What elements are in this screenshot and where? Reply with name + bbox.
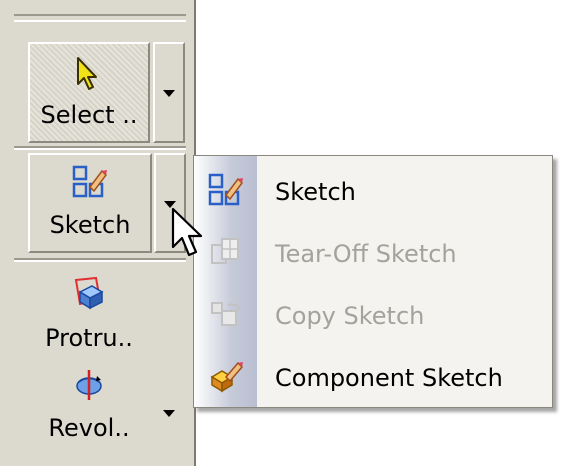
protrude-button[interactable]: Protru.. xyxy=(28,270,150,352)
vertical-toolbar: Select .. Sketch Protru.. Revol.. xyxy=(0,0,196,466)
component-sketch-icon xyxy=(208,359,244,397)
chevron-down-icon xyxy=(163,90,175,97)
sketch-label: Sketch xyxy=(49,211,131,239)
select-button[interactable]: Select .. xyxy=(28,42,150,143)
menu-item-tear-off-sketch[interactable]: Tear-Off Sketch xyxy=(194,223,552,285)
toolbar-separator xyxy=(14,146,186,150)
sketch-button[interactable]: Sketch xyxy=(28,153,152,253)
mouse-pointer-icon xyxy=(170,207,206,265)
sketch-icon xyxy=(208,173,244,211)
menu-item-copy-sketch[interactable]: Copy Sketch xyxy=(194,285,552,347)
select-dropdown-button[interactable] xyxy=(153,42,185,143)
revolve-button[interactable]: Revol.. xyxy=(28,350,150,456)
sketch-icon xyxy=(72,165,108,205)
toolbar-separator xyxy=(14,258,186,262)
menu-item-label: Sketch xyxy=(275,178,356,206)
protrude-icon xyxy=(70,276,108,318)
menu-item-label: Copy Sketch xyxy=(275,302,425,330)
revolve-icon xyxy=(71,368,107,408)
menu-item-label: Tear-Off Sketch xyxy=(275,240,457,268)
sketch-dropdown-menu: Sketch Tear-Off Sketch Copy Sketch Compo… xyxy=(193,155,553,408)
select-cursor-icon xyxy=(74,56,104,98)
menu-item-sketch[interactable]: Sketch xyxy=(194,161,552,223)
protrude-label: Protru.. xyxy=(45,324,133,352)
tear-off-sketch-icon xyxy=(208,235,244,273)
menu-item-component-sketch[interactable]: Component Sketch xyxy=(194,347,552,409)
toolbar-grip[interactable] xyxy=(14,14,186,22)
copy-sketch-icon xyxy=(208,297,244,335)
chevron-down-icon[interactable] xyxy=(163,410,175,417)
menu-item-label: Component Sketch xyxy=(275,364,503,392)
select-label: Select .. xyxy=(40,101,138,129)
revolve-label: Revol.. xyxy=(48,414,130,442)
